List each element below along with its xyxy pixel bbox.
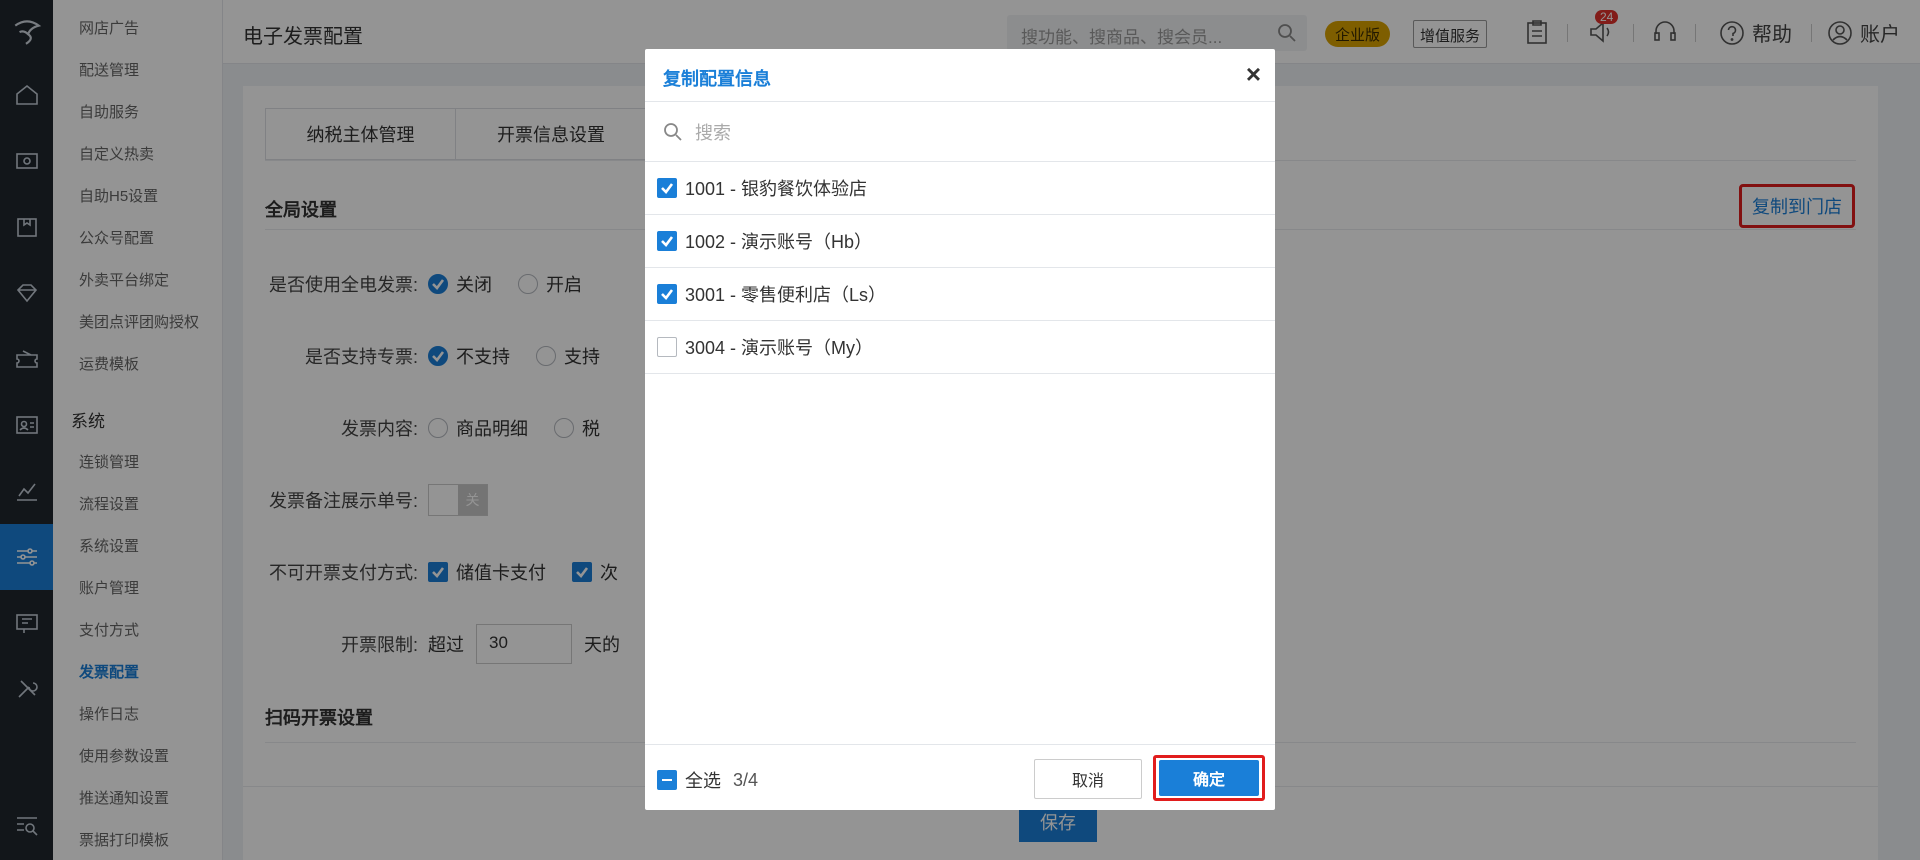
store-list: 1001 - 银豹餐饮体验店 1002 - 演示账号（Hb） 3001 - 零售… [645,162,1275,374]
checkbox[interactable] [657,178,677,198]
cancel-button[interactable]: 取消 [1034,759,1142,799]
list-item[interactable]: 3004 - 演示账号（My） [645,321,1275,374]
store-label: 1001 - 银豹餐饮体验店 [685,179,868,199]
confirm-button[interactable]: 确定 [1159,760,1259,796]
checkbox[interactable] [657,337,677,357]
close-icon[interactable]: × [1246,61,1261,87]
copy-config-dialog: 复制配置信息 × 搜索 1001 - 银豹餐饮体验店 1002 - 演示账号（H… [645,49,1275,810]
store-label: 3001 - 零售便利店（Ls） [685,285,887,305]
list-item[interactable]: 3001 - 零售便利店（Ls） [645,268,1275,321]
store-label: 3004 - 演示账号（My） [685,338,874,358]
indeterminate-icon [657,770,677,790]
store-label: 1002 - 演示账号（Hb） [685,232,873,252]
list-item[interactable]: 1002 - 演示账号（Hb） [645,215,1275,268]
confirm-button-highlight: 确定 [1153,755,1265,801]
dialog-title: 复制配置信息 [663,69,771,89]
checkbox[interactable] [657,284,677,304]
dialog-footer: 全选 3/4 取消 确定 [645,744,1275,810]
store-search-input[interactable]: 搜索 [645,102,1275,162]
checkbox[interactable] [657,231,677,251]
list-item[interactable]: 1001 - 银豹餐饮体验店 [645,162,1275,215]
select-all-label: 全选 [685,771,721,791]
search-icon [664,122,682,141]
select-all-checkbox[interactable]: 全选 3/4 [657,767,758,793]
dialog-header: 复制配置信息 × [645,49,1275,102]
search-placeholder: 搜索 [695,122,731,143]
selection-count: 3/4 [733,769,759,790]
